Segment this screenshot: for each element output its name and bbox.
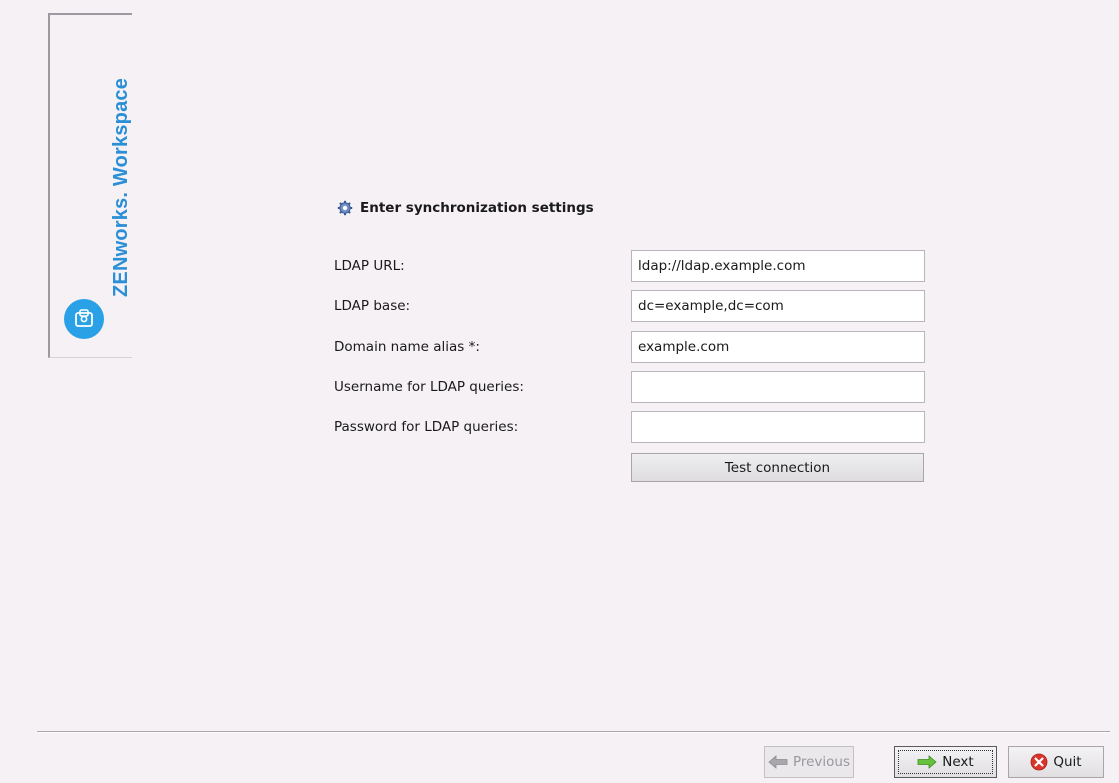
brand-panel: ZENworks. Workspace	[48, 13, 132, 358]
ldap-base-label: LDAP base:	[334, 298, 411, 314]
ldap-base-input[interactable]	[631, 290, 925, 322]
brand-name: ZENworks. Workspace	[110, 77, 132, 297]
quit-label: Quit	[1053, 754, 1082, 770]
section-title-text: Enter synchronization settings	[360, 200, 594, 216]
workspace-logo-icon	[64, 299, 104, 339]
domain-alias-label: Domain name alias *:	[334, 339, 480, 355]
domain-alias-input[interactable]	[631, 331, 925, 363]
close-circle-icon	[1030, 753, 1048, 771]
username-label: Username for LDAP queries:	[334, 379, 524, 395]
section-title: Enter synchronization settings	[337, 200, 594, 216]
ldap-url-input[interactable]	[631, 250, 925, 282]
ldap-url-label: LDAP URL:	[334, 258, 405, 274]
test-connection-button[interactable]: Test connection	[631, 453, 924, 482]
password-label: Password for LDAP queries:	[334, 419, 519, 435]
password-input[interactable]	[631, 411, 925, 443]
username-input[interactable]	[631, 371, 925, 403]
footer-divider	[37, 731, 1110, 733]
arrow-right-icon	[917, 755, 937, 769]
previous-label: Previous	[792, 754, 851, 770]
arrow-left-icon	[768, 755, 788, 769]
next-button[interactable]: Next	[894, 746, 997, 778]
previous-button[interactable]: Previous	[764, 746, 854, 778]
quit-button[interactable]: Quit	[1008, 746, 1104, 778]
gear-icon	[337, 200, 353, 216]
next-label: Next	[942, 754, 974, 770]
